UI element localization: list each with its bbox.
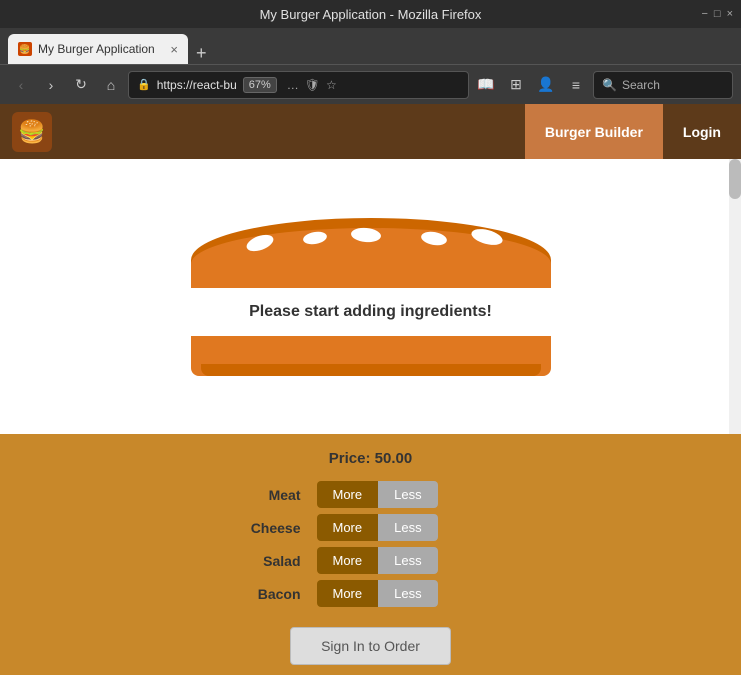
- profile-button[interactable]: 👤: [533, 72, 559, 98]
- new-tab-button[interactable]: +: [196, 43, 207, 64]
- nav-burger-builder[interactable]: Burger Builder: [525, 104, 663, 159]
- back-button[interactable]: ‹: [8, 72, 34, 98]
- salad-more-button[interactable]: More: [317, 547, 379, 574]
- scrollbar-thumb[interactable]: [729, 159, 741, 199]
- tab-view-button[interactable]: ⊞: [503, 72, 529, 98]
- scrollbar[interactable]: [729, 159, 741, 434]
- salad-label: Salad: [231, 553, 301, 569]
- bookmark-star-icon[interactable]: ☆: [326, 78, 337, 92]
- cheese-less-button[interactable]: Less: [378, 514, 437, 541]
- burger-bottom-bun: [191, 336, 551, 376]
- controls-section: Price: 50.00 Meat More Less Cheese More …: [0, 434, 741, 675]
- search-bar[interactable]: 🔍 Search: [593, 71, 733, 99]
- price-display: Price: 50.00: [329, 450, 412, 467]
- zoom-level: 67%: [243, 77, 277, 93]
- window-title: My Burger Application - Mozilla Firefox: [260, 7, 482, 22]
- title-bar: My Burger Application - Mozilla Firefox …: [0, 0, 741, 28]
- ingredient-row-cheese: Cheese More Less: [231, 514, 511, 541]
- close-tab-icon[interactable]: ×: [170, 43, 178, 56]
- ingredients-instruction: Please start adding ingredients!: [249, 303, 492, 321]
- browser-tab[interactable]: 🍔 My Burger Application ×: [8, 34, 188, 64]
- meat-label: Meat: [231, 487, 301, 503]
- meat-less-button[interactable]: Less: [378, 481, 437, 508]
- url-display: https://react-bu: [157, 78, 237, 92]
- nav-icons: 📖 ⊞ 👤 ≡: [473, 72, 589, 98]
- reload-button[interactable]: ↻: [68, 72, 94, 98]
- cheese-more-button[interactable]: More: [317, 514, 379, 541]
- main-content: Please start adding ingredients!: [0, 159, 741, 434]
- salad-less-button[interactable]: Less: [378, 547, 437, 574]
- more-options-icon[interactable]: …: [287, 78, 299, 92]
- window-controls: − □ ×: [701, 8, 733, 20]
- seed-5: [469, 226, 504, 248]
- seed-2: [302, 230, 328, 246]
- nav-bar: ‹ › ↻ ⌂ 🔒 https://react-bu 67% … 🛡 ☆ 📖 ⊞…: [0, 64, 741, 104]
- maximize-icon[interactable]: □: [714, 8, 721, 20]
- menu-button[interactable]: ≡: [563, 72, 589, 98]
- bookmarks-button[interactable]: 📖: [473, 72, 499, 98]
- search-icon: 🔍: [602, 78, 617, 92]
- seed-3: [350, 226, 381, 243]
- bacon-label: Bacon: [231, 586, 301, 602]
- price-label: Price:: [329, 450, 371, 467]
- ingredient-row-salad: Salad More Less: [231, 547, 511, 574]
- seed-4: [420, 229, 448, 246]
- sign-in-to-order-button[interactable]: Sign In to Order: [290, 627, 451, 665]
- header-nav: Burger Builder Login: [525, 104, 741, 159]
- logo-icon: 🍔: [18, 119, 45, 145]
- nav-login[interactable]: Login: [663, 104, 741, 159]
- cheese-label: Cheese: [231, 520, 301, 536]
- address-bar[interactable]: 🔒 https://react-bu 67% … 🛡 ☆: [128, 71, 469, 99]
- home-button[interactable]: ⌂: [98, 72, 124, 98]
- app-header: 🍔 Burger Builder Login: [0, 104, 741, 159]
- close-icon[interactable]: ×: [727, 8, 733, 20]
- burger-display: Please start adding ingredients!: [186, 218, 556, 376]
- minimize-icon[interactable]: −: [701, 8, 707, 20]
- seed-1: [244, 231, 275, 254]
- burger-top-bun: [191, 218, 551, 288]
- ingredient-row-bacon: Bacon More Less: [231, 580, 511, 607]
- tab-label: My Burger Application: [38, 42, 155, 56]
- ingredient-row-meat: Meat More Less: [231, 481, 511, 508]
- forward-button[interactable]: ›: [38, 72, 64, 98]
- price-value: 50.00: [375, 450, 413, 467]
- bacon-less-button[interactable]: Less: [378, 580, 437, 607]
- meat-more-button[interactable]: More: [317, 481, 379, 508]
- tab-favicon: 🍔: [18, 42, 32, 56]
- search-placeholder: Search: [622, 78, 660, 92]
- shield-icon: 🛡: [305, 78, 320, 92]
- lock-icon: 🔒: [137, 78, 151, 91]
- app-logo: 🍔: [12, 112, 52, 152]
- bacon-more-button[interactable]: More: [317, 580, 379, 607]
- tab-bar: 🍔 My Burger Application × +: [0, 28, 741, 64]
